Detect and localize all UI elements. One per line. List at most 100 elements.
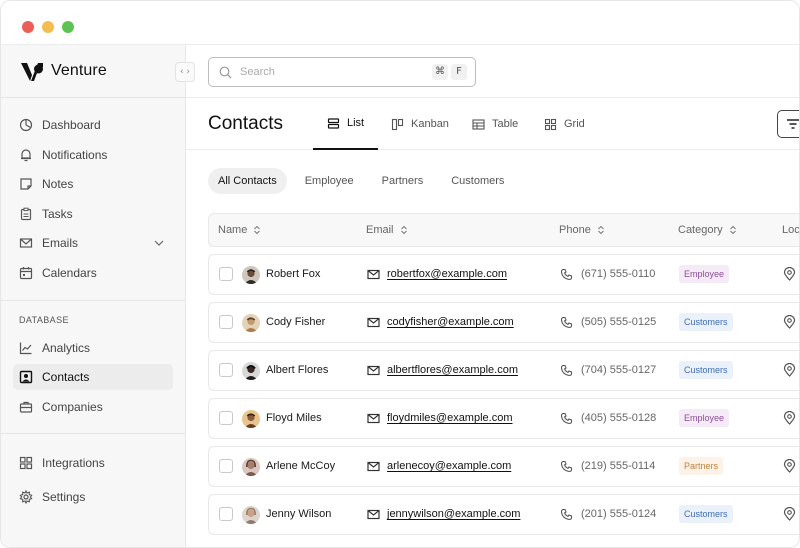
clipboard-icon: [20, 207, 32, 220]
contact-email-link[interactable]: robertfox@example.com: [387, 268, 507, 280]
location-pin-icon[interactable]: [783, 315, 796, 329]
sort-icon: [729, 225, 736, 235]
tab-kanban[interactable]: Kanban: [391, 98, 449, 150]
sidebar-item-contacts[interactable]: Contacts: [13, 364, 173, 391]
sidebar-item-label: Calendars: [42, 265, 97, 280]
sidebar-item-label: Companies: [42, 399, 103, 414]
table-row[interactable]: Cody Fisher codyfisher@example.com (505)…: [208, 302, 799, 343]
page-title: Contacts: [208, 113, 283, 134]
primary-nav: Dashboard Notifications Notes Tasks Emai…: [1, 98, 185, 301]
location-pin-icon[interactable]: [783, 411, 796, 425]
phone-icon: [560, 508, 573, 521]
bell-icon: [21, 149, 31, 161]
contact-name: Jenny Wilson: [266, 508, 332, 520]
sidebar-item-notes[interactable]: Notes: [13, 171, 173, 197]
top-bar: Search ⌘ F: [186, 45, 799, 98]
contact-email-link[interactable]: arlenecoy@example.com: [387, 460, 511, 472]
row-checkbox[interactable]: [219, 267, 233, 281]
table-row[interactable]: Arlene McCoy arlenecoy@example.com (219)…: [208, 446, 799, 487]
phone-icon: [560, 460, 573, 473]
maximize-window-button[interactable]: [62, 21, 74, 33]
filter-all-contacts[interactable]: All Contacts: [208, 168, 287, 194]
filter-employee[interactable]: Employee: [295, 168, 364, 194]
sort-icon: [254, 225, 261, 235]
column-header-category[interactable]: Category: [678, 224, 737, 236]
location-pin-icon[interactable]: [783, 363, 796, 377]
close-window-button[interactable]: [22, 21, 34, 33]
page-header: Contacts List Kanban Table Grid: [186, 98, 799, 150]
contact-phone: (219) 555-0114: [581, 460, 656, 472]
tab-list[interactable]: List: [313, 98, 379, 150]
mail-icon: [367, 269, 380, 280]
note-icon: [20, 178, 32, 190]
mail-icon: [367, 413, 380, 424]
contact-phone: (405) 555-0128: [581, 412, 657, 424]
row-checkbox[interactable]: [219, 363, 233, 377]
avatar: [242, 506, 260, 524]
tab-table[interactable]: Table: [472, 98, 518, 150]
filter-partners[interactable]: Partners: [372, 168, 434, 194]
sidebar-item-emails[interactable]: Emails: [13, 230, 173, 256]
column-label: Email: [366, 224, 394, 236]
mail-icon: [367, 365, 380, 376]
contact-name: Floyd Miles: [266, 412, 322, 424]
kanban-icon: [391, 118, 404, 130]
column-label: Category: [678, 224, 723, 236]
tab-label: Grid: [564, 118, 585, 130]
contact-email-link[interactable]: albertflores@example.com: [387, 364, 518, 376]
column-header-name[interactable]: Name: [218, 224, 261, 236]
location-pin-icon[interactable]: [783, 459, 796, 473]
dashboard-icon: [19, 118, 33, 132]
column-header-email[interactable]: Email: [366, 224, 408, 236]
table-header: Name Email Phone Category Loc: [208, 213, 799, 247]
contact-phone: (671) 555-0110: [581, 268, 656, 280]
row-checkbox[interactable]: [219, 315, 233, 329]
column-header-phone[interactable]: Phone: [559, 224, 605, 236]
footer-nav: Integrations Settings: [1, 434, 185, 526]
table-row[interactable]: Albert Flores albertflores@example.com (…: [208, 350, 799, 391]
sidebar-item-integrations[interactable]: Integrations: [13, 450, 173, 476]
gear-icon: [19, 490, 33, 505]
contact-email-link[interactable]: floydmiles@example.com: [387, 412, 513, 424]
filter-icon: [787, 119, 799, 129]
search-icon: [219, 66, 232, 78]
sidebar-item-analytics[interactable]: Analytics: [13, 335, 173, 361]
row-checkbox[interactable]: [219, 411, 233, 425]
location-pin-icon[interactable]: [783, 507, 796, 521]
category-filters: All Contacts Employee Partners Customers: [208, 168, 514, 194]
contact-email-link[interactable]: jennywilson@example.com: [387, 508, 520, 520]
app-window: Venture ‹ › Dashboard Notifications Note…: [0, 0, 800, 548]
mail-icon: [367, 461, 380, 472]
table-row[interactable]: Robert Fox robertfox@example.com (671) 5…: [208, 254, 799, 295]
table-row[interactable]: Floyd Miles floydmiles@example.com (405)…: [208, 398, 799, 439]
grid-view-icon: [544, 118, 557, 130]
tab-grid[interactable]: Grid: [544, 98, 585, 150]
row-checkbox[interactable]: [219, 459, 233, 473]
location-pin-icon[interactable]: [783, 267, 796, 281]
category-badge: Partners: [679, 457, 724, 475]
sidebar-item-calendars[interactable]: Calendars: [13, 260, 173, 286]
filter-button[interactable]: [777, 110, 799, 138]
sidebar-item-companies[interactable]: Companies: [13, 394, 173, 420]
column-header-location[interactable]: Loc: [782, 224, 799, 236]
sidebar-item-dashboard[interactable]: Dashboard: [13, 112, 173, 138]
chevron-down-icon[interactable]: [153, 237, 165, 249]
grid-icon: [19, 457, 33, 470]
minimize-window-button[interactable]: [42, 21, 54, 33]
sidebar-item-settings[interactable]: Settings: [13, 484, 173, 510]
sidebar-item-tasks[interactable]: Tasks: [13, 201, 173, 227]
tab-label: Table: [492, 118, 519, 130]
category-badge: Employee: [679, 409, 730, 427]
tab-label: Kanban: [411, 118, 449, 130]
table-row[interactable]: Jenny Wilson jennywilson@example.com (20…: [208, 494, 799, 535]
contact-email-link[interactable]: codyfisher@example.com: [387, 316, 514, 328]
filter-customers[interactable]: Customers: [441, 168, 514, 194]
f-key: F: [451, 64, 467, 80]
row-checkbox[interactable]: [219, 507, 233, 521]
avatar: [242, 458, 260, 476]
sidebar-item-notifications[interactable]: Notifications: [13, 142, 173, 168]
sidebar-item-label: Settings: [42, 490, 86, 505]
contact-phone: (704) 555-0127: [581, 364, 657, 376]
avatar: [242, 410, 260, 428]
search-input[interactable]: Search ⌘ F: [208, 57, 476, 87]
